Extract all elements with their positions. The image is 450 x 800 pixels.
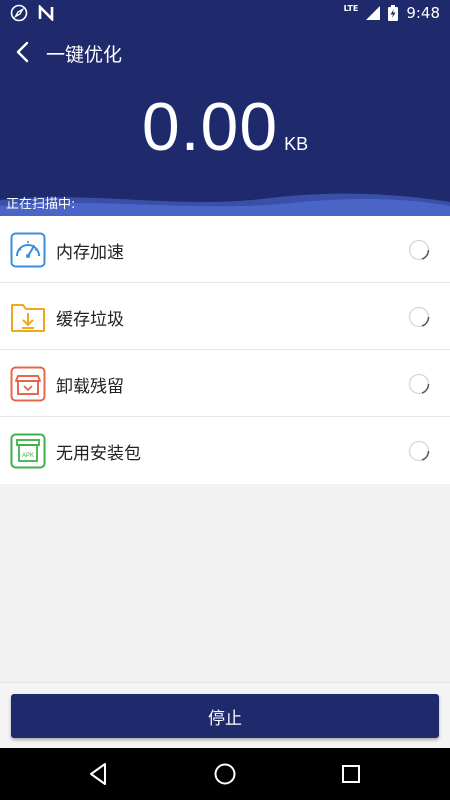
stop-button[interactable]: 停止 xyxy=(11,694,439,738)
nav-recents-icon[interactable] xyxy=(338,761,364,787)
loading-spinner-icon xyxy=(408,440,430,462)
list-item-label: 卸载残留 xyxy=(56,377,124,397)
status-bar: LTE 9:48 xyxy=(0,0,450,26)
list-item-label: 无用安装包 xyxy=(56,444,141,464)
scan-status-label: 正在扫描中: xyxy=(6,197,76,212)
compass-icon xyxy=(10,4,28,22)
loading-spinner-icon xyxy=(408,373,430,395)
back-arrow-icon[interactable] xyxy=(10,38,38,66)
nav-back-icon[interactable] xyxy=(86,761,112,787)
scan-size-display: 0.00 KB xyxy=(0,88,450,166)
folder-download-icon xyxy=(11,304,45,332)
list-item-label: 内存加速 xyxy=(56,243,124,263)
scan-item-list: 内存加速 缓存垃圾 卸载残留 APK 无用安装包 xyxy=(0,216,450,484)
scan-size-unit: KB xyxy=(284,134,309,154)
list-item-memory-boost: 内存加速 xyxy=(0,216,450,283)
clock: 9:48 xyxy=(406,4,440,22)
list-item-cache-junk: 缓存垃圾 xyxy=(0,283,450,350)
page-title: 一键优化 xyxy=(46,44,123,66)
box-icon xyxy=(10,366,46,402)
network-type: LTE xyxy=(343,3,359,13)
loading-spinner-icon xyxy=(408,306,430,328)
svg-text:APK: APK xyxy=(22,453,34,459)
list-item-uninstall-residue: 卸载残留 xyxy=(0,350,450,417)
list-item-label: 缓存垃圾 xyxy=(56,310,124,330)
list-item-unused-apk: APK 无用安装包 xyxy=(0,417,450,484)
bottom-action-bar: 停止 xyxy=(0,682,450,748)
signal-icon xyxy=(366,6,381,20)
apk-package-icon: APK xyxy=(10,433,46,469)
battery-icon xyxy=(388,5,399,21)
loading-spinner-icon xyxy=(408,239,430,261)
nav-home-icon[interactable] xyxy=(212,761,238,787)
n-icon xyxy=(38,5,54,21)
speedometer-icon xyxy=(10,232,46,268)
system-nav-bar xyxy=(0,748,450,800)
scan-size-value: 0.00 xyxy=(141,89,279,165)
header: 一键优化 0.00 KB xyxy=(0,26,450,191)
